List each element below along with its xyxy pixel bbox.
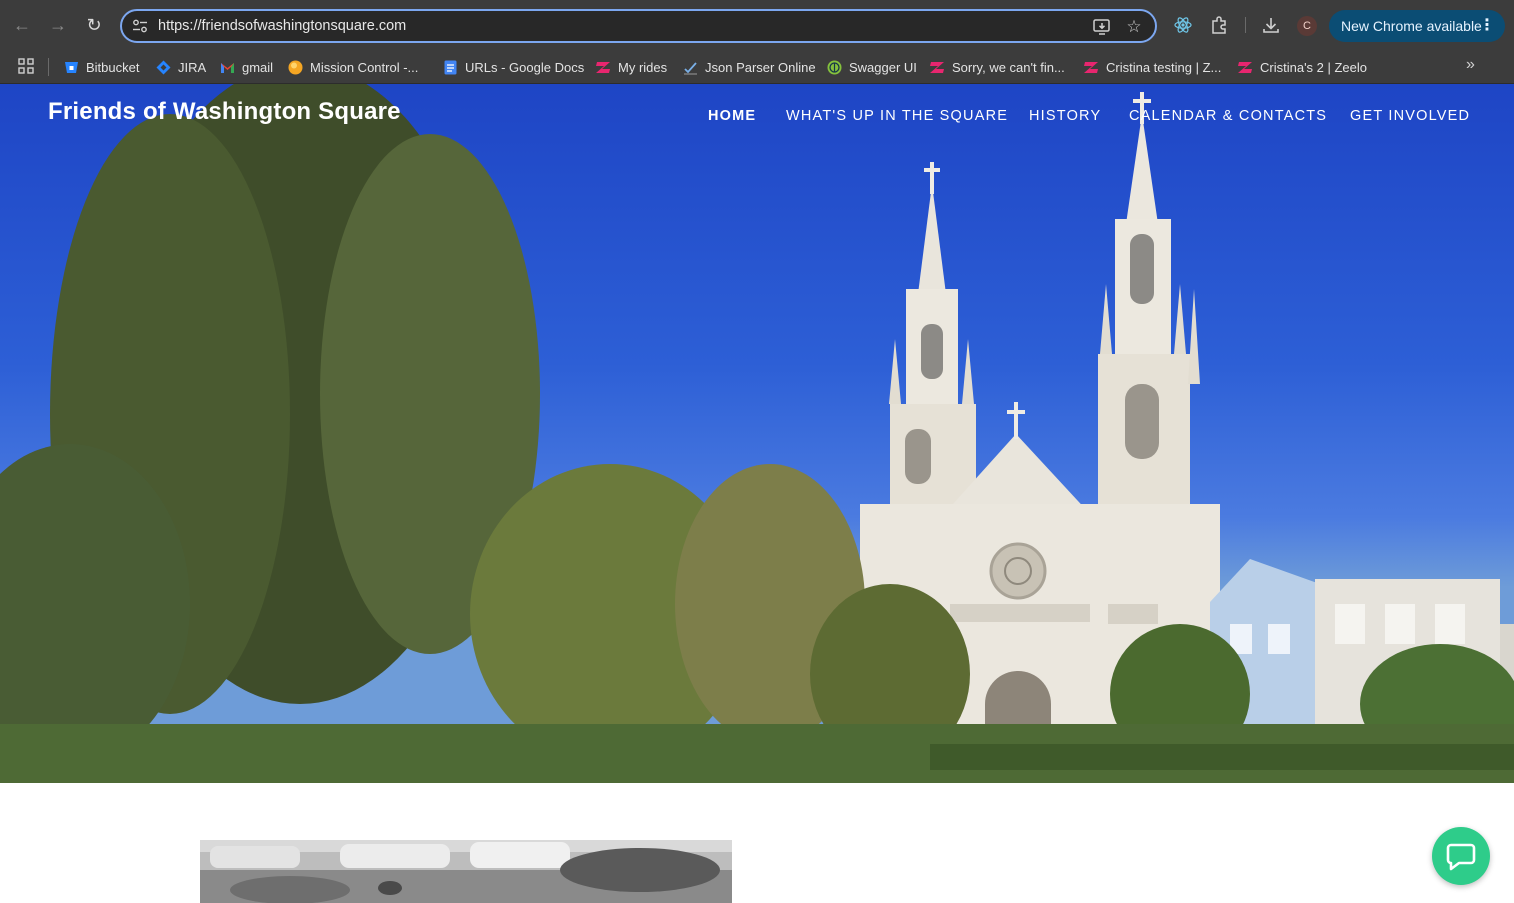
forward-icon[interactable]: → <box>45 12 71 38</box>
zeelo-icon <box>1084 61 1098 73</box>
new-chrome-available-button[interactable]: New Chrome available ⋮ <box>1329 10 1505 42</box>
bookmark-label: Bitbucket <box>86 59 140 75</box>
bookmark-label: Cristina testing | Z... <box>1106 59 1222 75</box>
address-bar[interactable]: https://friendsofwashingtonsquare.com ☆ <box>120 9 1157 43</box>
nav-home[interactable]: HOME <box>708 108 756 124</box>
bookmarks-overflow-icon[interactable]: » <box>1466 56 1475 74</box>
hero-banner: Friends of Washington Square HOME WHAT'S… <box>0 84 1514 783</box>
bookmark-label: JIRA <box>178 59 207 75</box>
bookmark-jira[interactable]: JIRA <box>156 57 206 77</box>
bookmarks-bar: Bitbucket JIRA gmail Mission Control -..… <box>0 50 1514 84</box>
bookmark-cristina-testing[interactable]: Cristina testing | Z... <box>1084 57 1221 77</box>
bookmark-label: URLs - Google Docs <box>465 59 585 75</box>
site-navigation: HOME WHAT'S UP IN THE SQUARE HISTORY CAL… <box>0 108 1514 128</box>
bookmark-label: My rides <box>618 59 668 75</box>
zeelo-icon <box>1238 61 1252 73</box>
nav-history[interactable]: HISTORY <box>1029 108 1101 124</box>
bookmark-my-rides[interactable]: My rides <box>596 57 667 77</box>
zeelo-icon <box>596 61 610 73</box>
bookmark-label: gmail <box>242 59 274 75</box>
downloads-icon[interactable] <box>1260 14 1282 36</box>
chat-button[interactable] <box>1432 827 1490 885</box>
hero-photo <box>0 84 1514 783</box>
bookmark-swagger-ui[interactable]: Swagger UI <box>827 57 917 77</box>
extensions-icon[interactable] <box>1208 14 1230 36</box>
update-label: New Chrome available <box>1341 18 1482 34</box>
chat-bubble-icon <box>1446 843 1476 871</box>
zeelo-icon <box>930 61 944 73</box>
bookmark-bitbucket[interactable]: Bitbucket <box>64 57 139 77</box>
bookmark-label: Mission Control -... <box>310 59 419 75</box>
bookmark-cristinas-2[interactable]: Cristina's 2 | Zeelo <box>1238 57 1367 77</box>
gmail-icon <box>221 62 234 73</box>
nav-calendar-contacts[interactable]: CALENDAR & CONTACTS <box>1129 108 1327 124</box>
historical-photo <box>200 840 732 903</box>
bitbucket-icon <box>65 61 78 73</box>
apps-grid-icon[interactable] <box>18 58 34 74</box>
bookmark-star-icon[interactable]: ☆ <box>1124 17 1144 37</box>
nav-get-involved[interactable]: GET INVOLVED <box>1350 108 1470 124</box>
bookmarks-divider <box>48 58 49 76</box>
bookmark-label: Json Parser Online <box>705 59 816 75</box>
reload-icon[interactable]: ↻ <box>81 12 107 38</box>
bookmark-urls-google-docs[interactable]: URLs - Google Docs <box>443 57 584 77</box>
swagger-icon <box>827 60 842 74</box>
bookmark-label: Cristina's 2 | Zeelo <box>1260 59 1368 75</box>
site-info-icon[interactable] <box>132 19 148 33</box>
bookmark-sorry-we-cant-find[interactable]: Sorry, we can't fin... <box>930 57 1065 77</box>
bookmark-gmail[interactable]: gmail <box>220 57 273 77</box>
toolbar-divider <box>1245 17 1246 33</box>
bookmark-label: Swagger UI <box>849 59 917 75</box>
address-text[interactable]: https://friendsofwashingtonsquare.com <box>158 18 406 34</box>
google-docs-icon <box>444 60 457 74</box>
more-menu-icon[interactable]: ⋮ <box>1479 10 1495 42</box>
json-parser-icon <box>684 61 697 74</box>
react-devtools-icon[interactable] <box>1172 14 1194 36</box>
mission-control-icon <box>288 60 303 74</box>
jira-icon <box>156 60 171 74</box>
install-app-icon[interactable] <box>1092 17 1112 37</box>
bookmark-label: Sorry, we can't fin... <box>952 59 1065 75</box>
bookmark-mission-control[interactable]: Mission Control -... <box>288 57 418 77</box>
bookmark-json-parser-online[interactable]: Json Parser Online <box>683 57 816 77</box>
profile-avatar[interactable]: C <box>1297 16 1317 36</box>
nav-whats-up-in-the-square[interactable]: WHAT'S UP IN THE SQUARE <box>786 108 1008 124</box>
browser-toolbar: ← → ↻ https://friendsofwashingtonsquare.… <box>0 0 1514 50</box>
back-icon[interactable]: ← <box>9 12 35 38</box>
